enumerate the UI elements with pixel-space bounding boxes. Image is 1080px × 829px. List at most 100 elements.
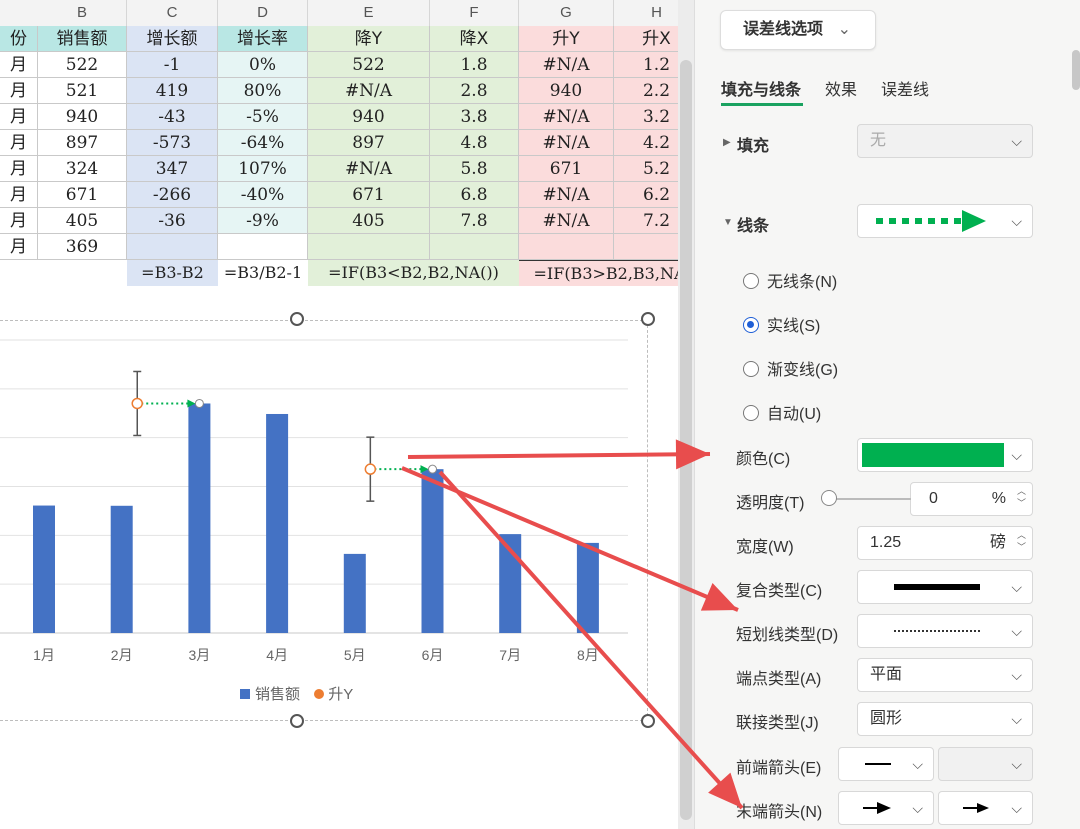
- expanded-triangle-icon[interactable]: ▼: [723, 217, 733, 228]
- table-cell[interactable]: #N/A: [519, 52, 614, 78]
- table-cell[interactable]: 521: [38, 78, 127, 104]
- cell-a[interactable]: 月: [0, 182, 38, 208]
- tab-fill-line[interactable]: 填充与线条: [721, 76, 801, 100]
- chart-legend[interactable]: 销售额 升Y: [240, 683, 353, 704]
- begin-arrow-type-select[interactable]: ⌵: [838, 747, 934, 781]
- table-cell[interactable]: #N/A: [519, 130, 614, 156]
- cell-a[interactable]: 月: [0, 208, 38, 234]
- cap-type-select[interactable]: 平面 ⌵: [857, 658, 1033, 692]
- transparency-input[interactable]: 0 % ︿ ﹀: [910, 482, 1033, 516]
- width-input[interactable]: 1.25 磅 ︿ ﹀: [857, 526, 1033, 560]
- line-style-preview-select[interactable]: ⌵: [857, 204, 1033, 238]
- column-header-D[interactable]: D: [218, 0, 308, 26]
- table-cell[interactable]: 671: [308, 182, 430, 208]
- table-cell[interactable]: 5.2: [614, 156, 678, 182]
- spin-buttons-icon[interactable]: ︿ ﹀: [1017, 485, 1026, 509]
- table-cell[interactable]: [614, 234, 678, 260]
- table-cell[interactable]: 7.2: [614, 208, 678, 234]
- cell-a[interactable]: 份: [0, 26, 38, 52]
- table-cell[interactable]: 6.2: [614, 182, 678, 208]
- table-cell[interactable]: 1.8: [430, 52, 519, 78]
- table-cell[interactable]: 671: [519, 156, 614, 182]
- table-cell[interactable]: [308, 234, 430, 260]
- panel-scrollbar[interactable]: [1072, 50, 1080, 90]
- table-cell[interactable]: 671: [38, 182, 127, 208]
- formula-cell[interactable]: =B3/B2-1: [218, 260, 308, 286]
- table-cell[interactable]: 7.8: [430, 208, 519, 234]
- line-section-title[interactable]: 线条: [737, 212, 769, 236]
- formula-cell[interactable]: =B3-B2: [127, 260, 218, 286]
- column-header-E[interactable]: E: [308, 0, 430, 26]
- radio-solid-line[interactable]: 实线(S): [743, 312, 820, 336]
- cell-a[interactable]: 月: [0, 104, 38, 130]
- table-cell[interactable]: -64%: [218, 130, 308, 156]
- table-cell[interactable]: 2.2: [614, 78, 678, 104]
- formula-cell[interactable]: =IF(B3>B2,B3,NA: [519, 260, 678, 286]
- transparency-slider-track[interactable]: [831, 498, 911, 500]
- color-picker[interactable]: ⌵: [857, 438, 1033, 472]
- cell-a[interactable]: 月: [0, 234, 38, 260]
- table-cell[interactable]: -9%: [218, 208, 308, 234]
- collapsed-triangle-icon[interactable]: ▶: [723, 137, 731, 148]
- table-cell[interactable]: 3.8: [430, 104, 519, 130]
- error-bar-options-dropdown[interactable]: 误差线选项 ⌄: [720, 10, 876, 50]
- table-cell[interactable]: -266: [127, 182, 218, 208]
- table-cell[interactable]: 897: [308, 130, 430, 156]
- header-cell[interactable]: 升X: [614, 26, 678, 52]
- vertical-scrollbar[interactable]: [678, 0, 694, 829]
- join-type-select[interactable]: 圆形 ⌵: [857, 702, 1033, 736]
- table-cell[interactable]: -5%: [218, 104, 308, 130]
- column-header-C[interactable]: C: [127, 0, 218, 26]
- table-cell[interactable]: 5.8: [430, 156, 519, 182]
- chart-area[interactable]: [0, 320, 648, 721]
- table-cell[interactable]: 1.2: [614, 52, 678, 78]
- table-cell[interactable]: 369: [38, 234, 127, 260]
- column-header-B[interactable]: B: [38, 0, 127, 26]
- transparency-slider-knob[interactable]: [821, 490, 837, 506]
- scrollbar-thumb[interactable]: [680, 60, 692, 820]
- table-cell[interactable]: 940: [308, 104, 430, 130]
- header-cell[interactable]: 增长率: [218, 26, 308, 52]
- table-cell[interactable]: 522: [308, 52, 430, 78]
- tab-error-bars[interactable]: 误差线: [881, 76, 929, 100]
- table-cell[interactable]: 419: [127, 78, 218, 104]
- header-cell[interactable]: 降Y: [308, 26, 430, 52]
- table-cell[interactable]: #N/A: [519, 208, 614, 234]
- table-cell[interactable]: 940: [519, 78, 614, 104]
- table-cell[interactable]: 522: [38, 52, 127, 78]
- end-arrow-size-select[interactable]: ⌵: [938, 791, 1033, 825]
- cell-a[interactable]: 月: [0, 156, 38, 182]
- end-arrow-type-select[interactable]: ⌵: [838, 791, 934, 825]
- table-cell[interactable]: 347: [127, 156, 218, 182]
- table-cell[interactable]: 4.2: [614, 130, 678, 156]
- table-cell[interactable]: -1: [127, 52, 218, 78]
- table-cell[interactable]: 405: [38, 208, 127, 234]
- spin-buttons-icon[interactable]: ︿ ﹀: [1017, 529, 1026, 553]
- dash-type-select[interactable]: ⌵: [857, 614, 1033, 648]
- table-cell[interactable]: 6.8: [430, 182, 519, 208]
- table-cell[interactable]: #N/A: [308, 78, 430, 104]
- formula-cell[interactable]: =IF(B3<B2,B2,NA()): [308, 260, 519, 286]
- radio-no-line[interactable]: 无线条(N): [743, 268, 837, 292]
- column-header-F[interactable]: F: [430, 0, 519, 26]
- cell-a[interactable]: 月: [0, 52, 38, 78]
- compound-type-select[interactable]: ⌵: [857, 570, 1033, 604]
- table-cell[interactable]: [127, 234, 218, 260]
- radio-button[interactable]: [743, 273, 759, 289]
- resize-handle-bottom-right[interactable]: [641, 714, 655, 728]
- table-cell[interactable]: 3.2: [614, 104, 678, 130]
- table-cell[interactable]: -36: [127, 208, 218, 234]
- header-cell[interactable]: 降X: [430, 26, 519, 52]
- radio-auto[interactable]: 自动(U): [743, 400, 821, 424]
- table-cell[interactable]: #N/A: [308, 156, 430, 182]
- table-cell[interactable]: -573: [127, 130, 218, 156]
- header-cell[interactable]: 升Y: [519, 26, 614, 52]
- table-cell[interactable]: #N/A: [519, 104, 614, 130]
- column-header-H[interactable]: H: [614, 0, 678, 26]
- table-cell[interactable]: [430, 234, 519, 260]
- table-cell[interactable]: 2.8: [430, 78, 519, 104]
- radio-gradient-line[interactable]: 渐变线(G): [743, 356, 838, 380]
- table-cell[interactable]: 0%: [218, 52, 308, 78]
- table-cell[interactable]: 107%: [218, 156, 308, 182]
- table-cell[interactable]: [519, 234, 614, 260]
